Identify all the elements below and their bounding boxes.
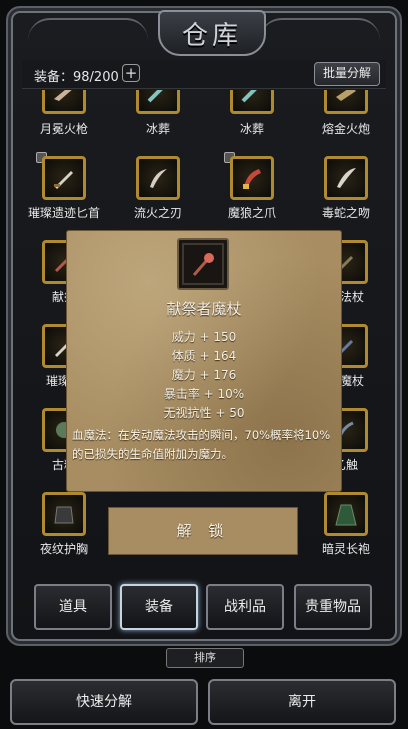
armor-icon — [54, 506, 74, 524]
item-slot — [230, 156, 274, 200]
item-label: 夜纹护胸 — [39, 542, 88, 556]
item-slot — [136, 156, 180, 200]
item-stat: 体质 + 164 — [171, 349, 237, 363]
gun-icon — [54, 90, 72, 101]
selected-item-slot — [177, 238, 229, 290]
item-slot — [136, 90, 180, 114]
grid-item[interactable]: 熔金火炮 — [304, 90, 384, 142]
staff-icon — [192, 253, 214, 276]
frame-ornament-right — [260, 18, 380, 40]
item-slot — [230, 90, 274, 114]
grid-item[interactable]: 夜纹护胸 — [22, 484, 102, 564]
title-plate: 仓库 — [158, 10, 266, 56]
item-slot — [42, 156, 86, 200]
tab-valuables[interactable]: 贵重物品 — [294, 584, 372, 630]
item-slot — [42, 492, 86, 536]
ice-weapon-icon — [241, 90, 257, 103]
item-slot — [42, 90, 86, 114]
claw-icon — [243, 169, 261, 189]
tab-equipment[interactable]: 装备 — [120, 584, 198, 630]
item-slot — [324, 90, 368, 114]
expand-capacity-button[interactable]: + — [122, 64, 140, 82]
grid-item[interactable]: 冰葬 — [210, 90, 290, 142]
robe-icon — [335, 504, 357, 526]
item-slot — [324, 156, 368, 200]
quick-dismantle-button[interactable]: 快速分解 — [10, 679, 198, 725]
grid-item[interactable]: 魔狼之爪 — [210, 148, 290, 228]
unlock-button[interactable]: 解 锁 — [108, 507, 298, 555]
item-stat: 无视抗性 + 50 — [163, 406, 245, 420]
item-name: 献祭者魔杖 — [166, 300, 242, 318]
cannon-icon — [336, 90, 356, 101]
tab-loot[interactable]: 战利品 — [206, 584, 284, 630]
frame-ornament-left — [28, 18, 148, 40]
grid-item[interactable]: 流火之刃 — [116, 148, 196, 228]
item-label: 暗灵长袍 — [321, 542, 370, 556]
dagger-icon — [54, 171, 73, 189]
item-stat: 魔力 + 176 — [171, 368, 237, 382]
item-slot — [324, 492, 368, 536]
leave-button[interactable]: 离开 — [208, 679, 396, 725]
inventory-toolbar: 装备：98/200 + 批量分解 — [22, 60, 386, 89]
blade-icon — [150, 169, 167, 188]
capacity-count: 装备：98/200 — [34, 70, 119, 85]
grid-item[interactable]: 冰葬 — [116, 90, 196, 142]
item-description: 血魔法：在发动魔法攻击的瞬间，70%概率将10%的已损失的生命值附加为魔力。 — [72, 428, 331, 461]
grid-item[interactable]: 月冕火枪 — [22, 90, 102, 142]
item-label: 冰葬 — [145, 122, 170, 136]
item-label: 流火之刃 — [133, 206, 182, 220]
serpent-blade-icon — [337, 168, 356, 188]
item-label: 月冕火枪 — [39, 122, 88, 136]
item-label: 魔狼之爪 — [227, 206, 276, 220]
item-label: 冰葬 — [239, 122, 264, 136]
category-tabs: 道具 装备 战利品 贵重物品 — [30, 584, 380, 634]
bulk-dismantle-button[interactable]: 批量分解 — [314, 62, 380, 86]
item-detail-popup: 献祭者魔杖 威力 + 150 体质 + 164 魔力 + 176 暴击率 + 1… — [66, 230, 342, 492]
item-label: 毒蛇之吻 — [321, 206, 370, 220]
grid-item[interactable]: 璀璨遗迹匕首 — [22, 148, 102, 228]
grid-item[interactable]: 毒蛇之吻 — [304, 148, 384, 228]
item-label: 璀璨遗迹匕首 — [27, 206, 100, 220]
ice-weapon-icon — [147, 90, 163, 103]
item-stat: 暴击率 + 10% — [163, 387, 245, 401]
page-title: 仓库 — [181, 20, 242, 51]
tab-items[interactable]: 道具 — [34, 584, 112, 630]
sort-button[interactable]: 排序 — [166, 648, 244, 668]
selected-item-frame — [182, 243, 224, 285]
item-label: 熔金火炮 — [321, 122, 370, 136]
item-stat: 威力 + 150 — [171, 330, 237, 344]
grid-item[interactable]: 暗灵长袍 — [304, 484, 384, 564]
